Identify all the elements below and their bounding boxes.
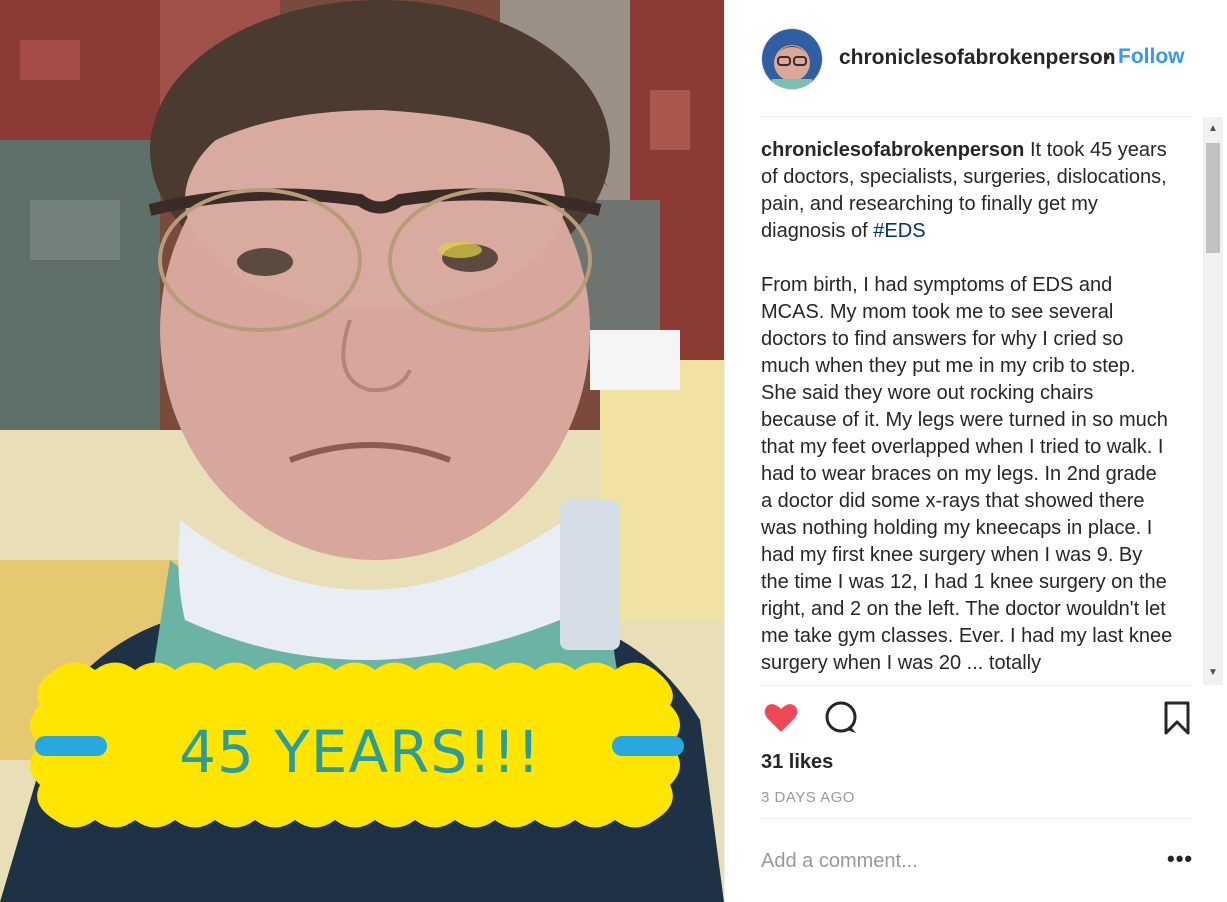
- scrollbar-thumb[interactable]: [1206, 143, 1220, 253]
- likes-count[interactable]: 31 likes: [761, 751, 833, 774]
- caption-hashtag-link[interactable]: #EDS: [873, 220, 925, 242]
- post-header: chroniclesofabrokenperson • Follow: [725, 0, 1227, 116]
- header-username-link[interactable]: chroniclesofabrokenperson: [839, 46, 1116, 70]
- like-button[interactable]: [761, 698, 801, 738]
- header-divider: [761, 116, 1191, 117]
- sticker-text: 45 YEARS!!!: [179, 718, 541, 786]
- comment-input[interactable]: [761, 845, 1141, 877]
- caption: chroniclesofabrokenperson It took 45 yea…: [761, 137, 1173, 677]
- action-bar: [761, 698, 1191, 738]
- more-options-icon[interactable]: •••: [1167, 846, 1193, 872]
- comment-button[interactable]: [821, 698, 861, 738]
- save-button[interactable]: [1157, 698, 1197, 738]
- post-details-panel: chroniclesofabrokenperson • Follow chron…: [724, 0, 1227, 902]
- actions-divider: [761, 685, 1191, 686]
- caption-scroll-area[interactable]: chroniclesofabrokenperson It took 45 yea…: [761, 137, 1173, 685]
- header-separator: •: [1103, 46, 1111, 69]
- scroll-down-arrow-icon[interactable]: ▼: [1203, 661, 1223, 685]
- comment-divider: [761, 818, 1191, 819]
- caption-scrollbar[interactable]: ▲ ▼: [1203, 117, 1223, 685]
- post-image: 45 YEARS!!!: [0, 0, 724, 902]
- follow-button[interactable]: Follow: [1118, 45, 1185, 69]
- comment-bubble-icon: [825, 701, 857, 733]
- avatar-image: [762, 29, 822, 89]
- heart-filled-icon: [764, 704, 798, 732]
- caption-body: From birth, I had symptoms of EDS and MC…: [761, 274, 1173, 674]
- scroll-up-arrow-icon[interactable]: ▲: [1203, 117, 1223, 141]
- post-timestamp[interactable]: 3 DAYS AGO: [761, 789, 855, 806]
- bookmark-icon: [1164, 701, 1190, 735]
- avatar[interactable]: [761, 28, 823, 90]
- caption-username-link[interactable]: chroniclesofabrokenperson: [761, 139, 1024, 161]
